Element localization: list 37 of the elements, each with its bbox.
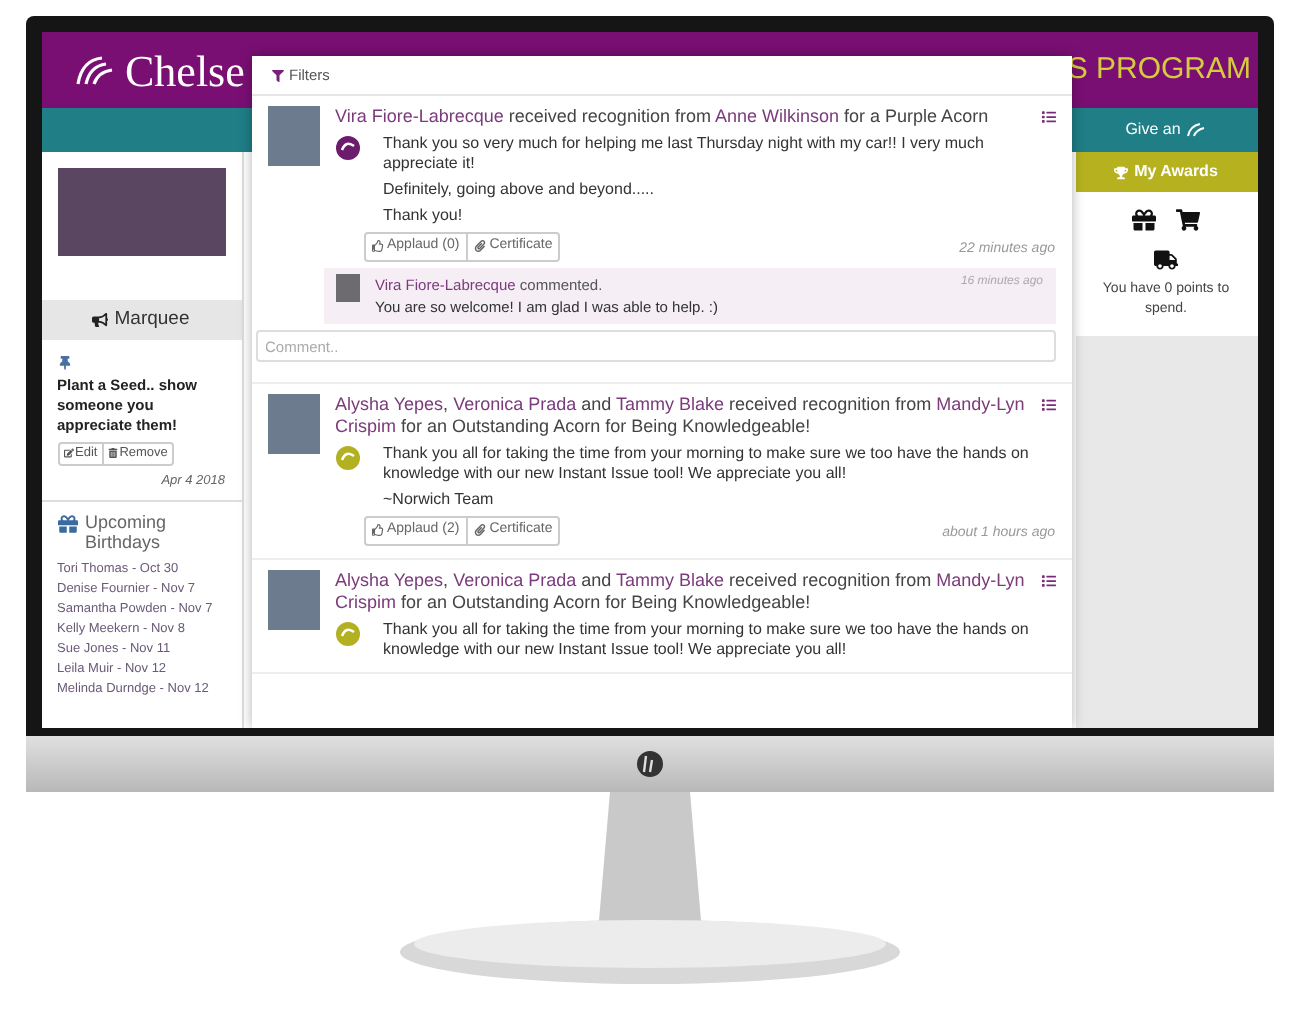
gift-icon[interactable] <box>1132 208 1156 232</box>
megaphone-icon <box>92 312 109 328</box>
filter-icon <box>271 69 283 81</box>
logo-text: Chelse <box>125 43 245 99</box>
recognition-heading: Alysha Yepes, Veronica Prada and Tammy Blake received recognition from Mandy-Lyn Crispim for an Outstanding Acorn for Being Knowledgeable! <box>335 569 1025 613</box>
truck-icon[interactable] <box>1154 248 1178 272</box>
message-text: Thank you all for taking the time from your morning to make sure we too have the hands on knowledge with our new Instant Issue tool! We appreciate you all! <box>383 444 1031 484</box>
message-text: ~Norwich Team <box>383 490 496 510</box>
birthdays-title: Upcoming Birthdays <box>85 511 169 551</box>
brand-logo-icon <box>635 750 663 778</box>
message-text: Definitely, going above and beyond..... <box>383 180 656 200</box>
menu-icon[interactable] <box>1041 398 1055 412</box>
cart-icon[interactable] <box>1176 208 1200 232</box>
thumbs-up-icon <box>371 524 383 537</box>
logo-icon <box>1186 122 1207 138</box>
message-text: Thank you so very much for helping me last Thursday night with my car!! I very much appreciate it! <box>383 134 986 174</box>
recognition-heading: Vira Fiore-Labrecque received recognition from Anne Wilkinson for a Purple Acorn <box>335 106 991 128</box>
message-text: Thank you all for taking the time from your morning to make sure we too have the hands on knowledge with our new Instant Issue tool! We appreciate you all! <box>383 619 1031 659</box>
recognition-heading: Alysha Yepes, Veronica Prada and Tammy Blake received recognition from Mandy-Lyn Crispim for an Outstanding Acorn for Being Knowledgeable! <box>335 394 1025 438</box>
edit-icon <box>63 448 73 459</box>
trophy-icon <box>1114 165 1129 179</box>
menu-icon[interactable] <box>1041 573 1055 587</box>
avatar-photo-placeholder <box>267 569 319 629</box>
message-text: Thank you! <box>383 206 465 226</box>
gift-icon <box>57 513 77 533</box>
thumbs-up-icon <box>371 240 383 253</box>
marquee-title: Marquee <box>114 305 190 334</box>
pin-icon <box>57 356 71 370</box>
avatar-photo-placeholder <box>335 273 359 301</box>
paperclip-icon <box>473 524 486 537</box>
avatar-photo-placeholder <box>267 394 319 454</box>
avatar-photo-placeholder <box>267 106 319 166</box>
paperclip-icon <box>473 240 486 253</box>
logo-icon <box>73 52 117 88</box>
trash-icon <box>107 448 118 459</box>
menu-icon[interactable] <box>1041 110 1055 124</box>
give-button[interactable]: Give an <box>1075 108 1257 152</box>
